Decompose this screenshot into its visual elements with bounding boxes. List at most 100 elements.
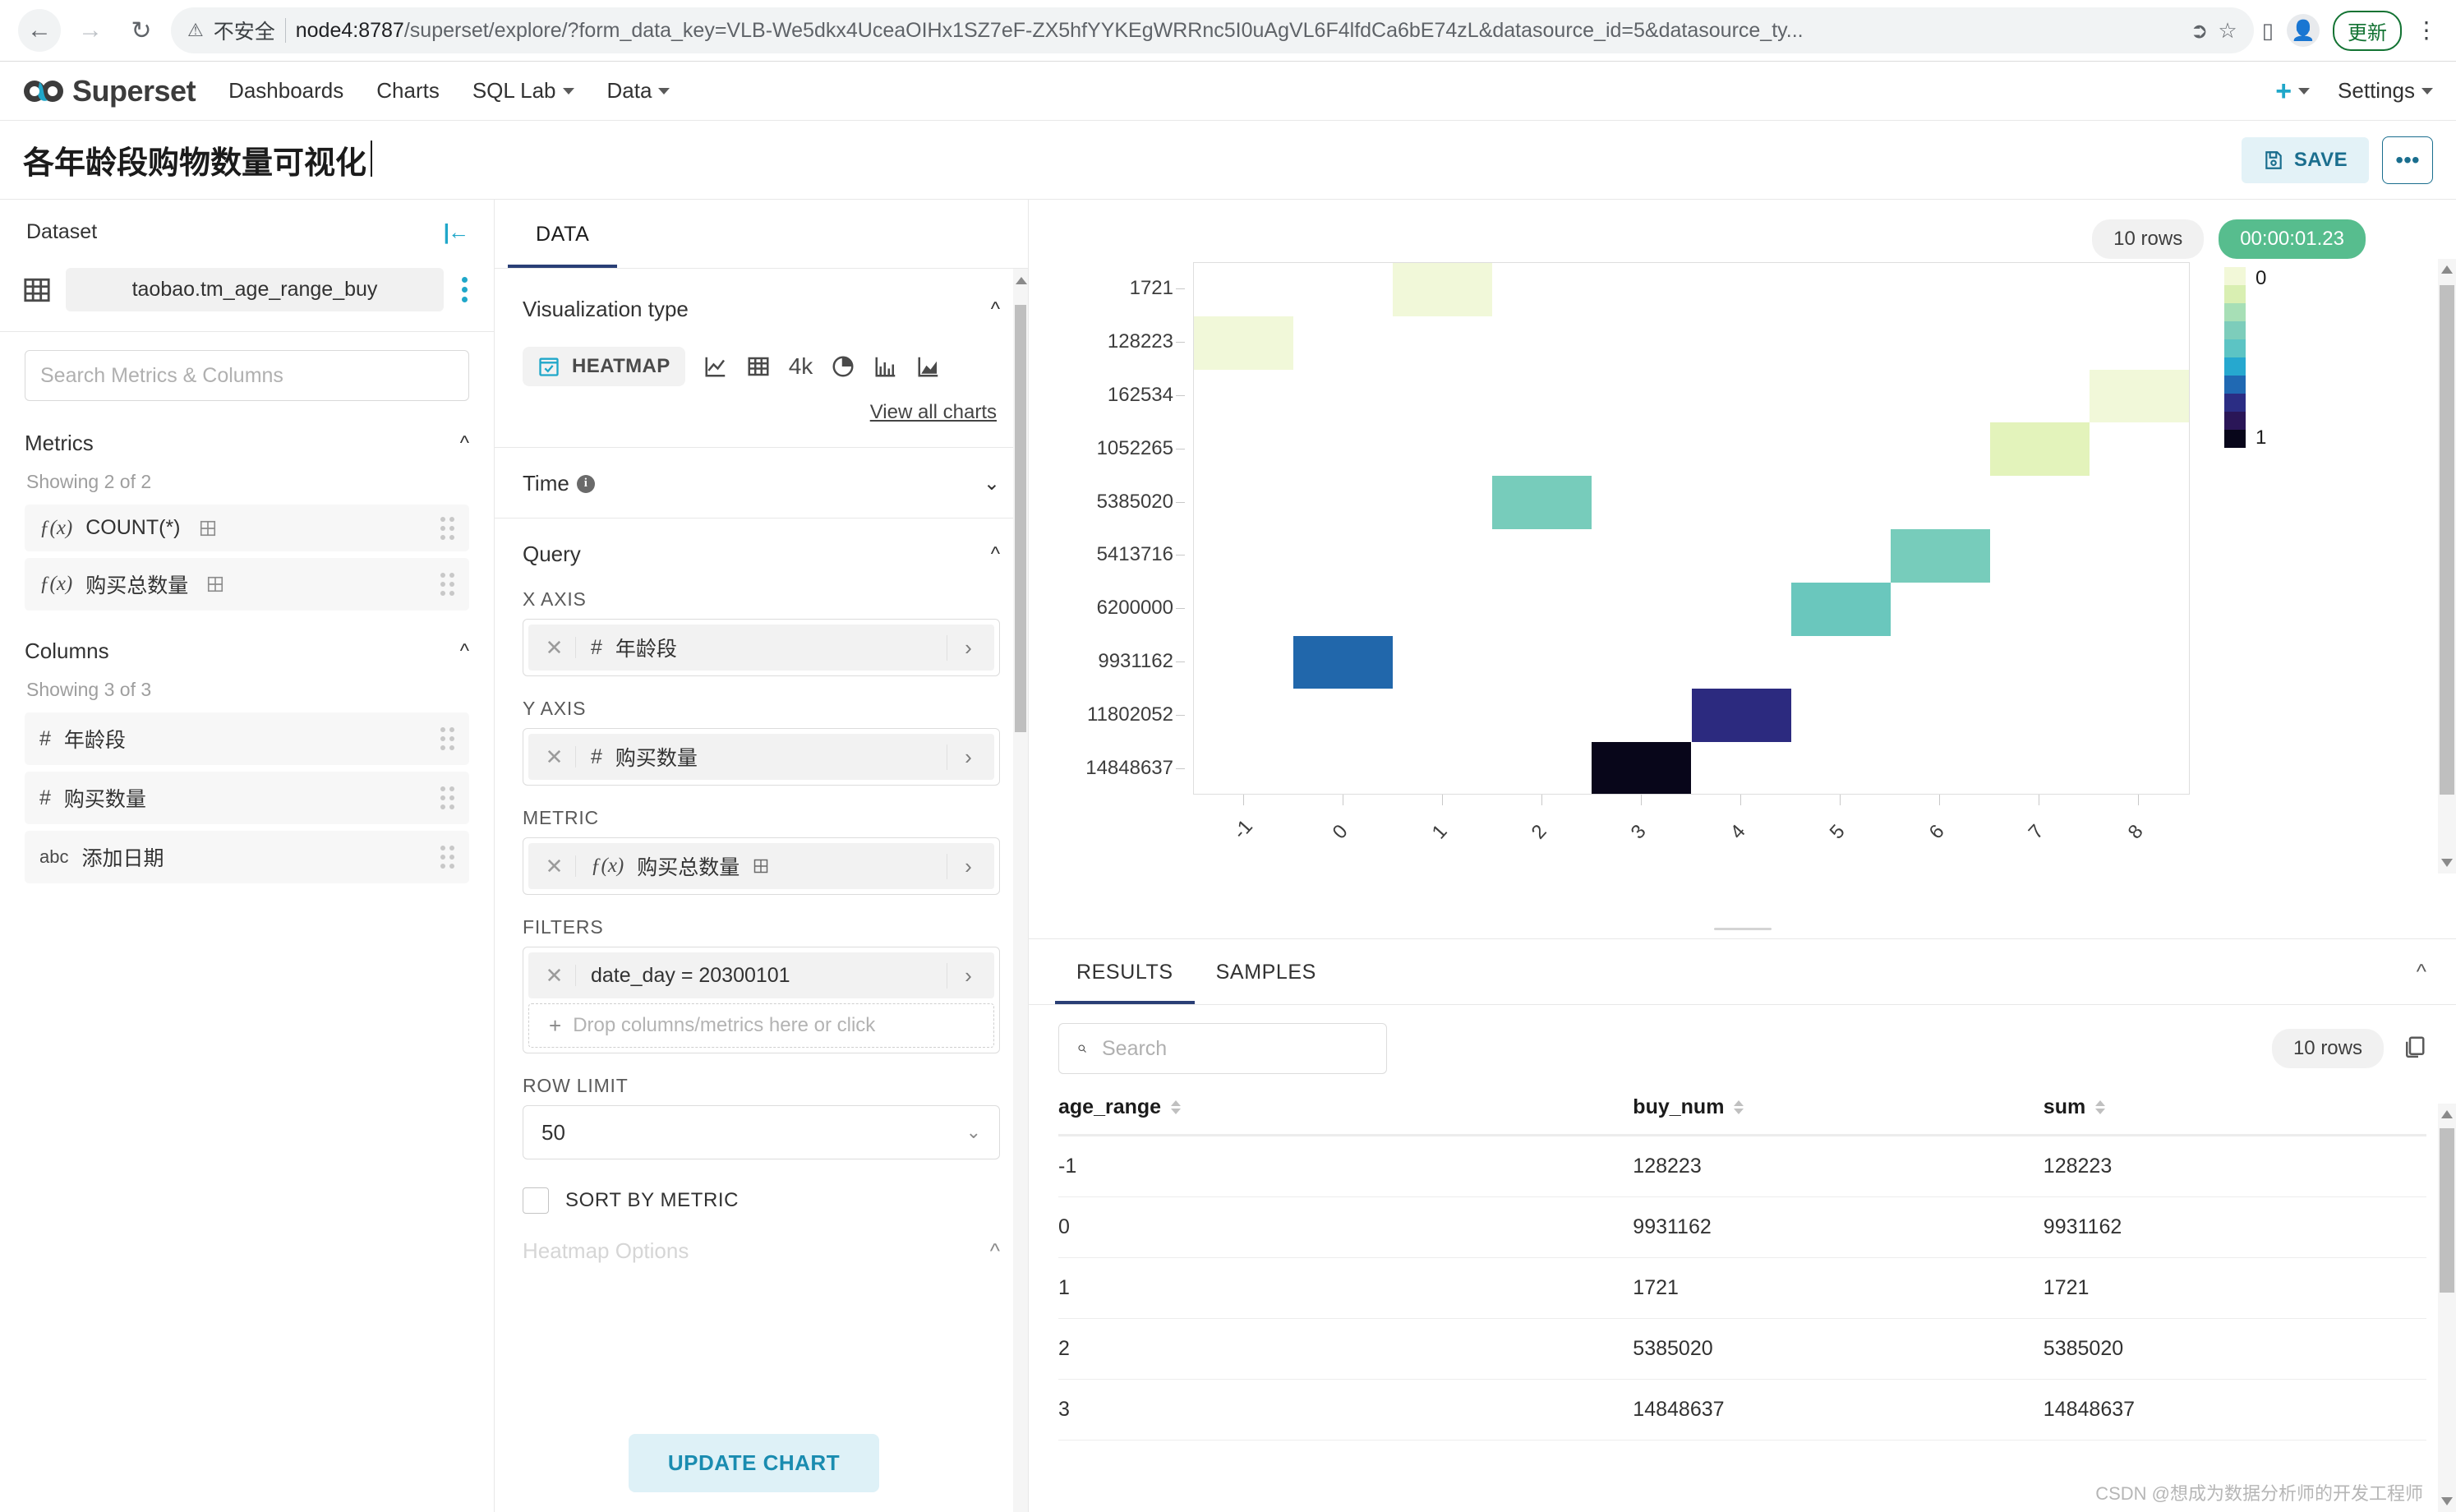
heatmap-cell[interactable] [1393, 263, 1493, 316]
scrollbar-thumb[interactable] [2440, 1128, 2454, 1293]
drag-handle-icon[interactable] [440, 727, 454, 750]
column-item-date[interactable]: abc 添加日期 [25, 831, 469, 883]
results-scrollbar[interactable] [2438, 1104, 2456, 1512]
chevron-right-icon[interactable]: › [947, 744, 989, 770]
browser-update-button[interactable]: 更新 [2333, 10, 2402, 51]
table-row[interactable]: 2 5385020 5385020 [1058, 1318, 2426, 1380]
back-arrow-icon[interactable]: ← [18, 9, 61, 52]
panel-resize-handle[interactable] [1029, 923, 2456, 938]
dataset-menu-icon[interactable] [458, 277, 471, 302]
collapse-panel-icon[interactable]: |← [444, 219, 469, 245]
chrome-menu-icon[interactable]: ⋮ [2415, 19, 2438, 42]
heatmap-cell[interactable] [1592, 742, 1692, 794]
heatmap-cell[interactable] [1194, 316, 1294, 370]
viz-type-heatmap-selected[interactable]: HEATMAP [523, 347, 685, 386]
row-limit-select[interactable]: 50 ⌄ [523, 1105, 1000, 1159]
filter-pill[interactable]: ✕ date_day = 20300101 › [528, 952, 994, 998]
metrics-section-header[interactable]: Metrics ^ [0, 409, 494, 464]
new-item-button[interactable]: + [2275, 77, 2311, 105]
drag-handle-icon[interactable] [440, 786, 454, 809]
collapse-results-icon[interactable]: ^ [2417, 959, 2456, 984]
search-input[interactable] [25, 350, 469, 401]
drag-handle-icon[interactable] [440, 573, 454, 596]
filter-dropzone[interactable]: + Drop columns/metrics here or click [528, 1003, 994, 1048]
metric-item-count[interactable]: ƒ(x) COUNT(*) [25, 505, 469, 551]
column-header-buy-num[interactable]: buy_num [1633, 1090, 2044, 1136]
tab-samples[interactable]: SAMPLES [1195, 939, 1338, 1004]
heatmap-cell[interactable] [1691, 689, 1791, 743]
nav-item-data[interactable]: Data [607, 78, 670, 104]
sort-icon[interactable] [2095, 1100, 2106, 1114]
heatmap-options-header[interactable]: Heatmap Options ^ [495, 1214, 1028, 1264]
heatmap-cell[interactable] [1790, 582, 1891, 636]
y-axis-pill[interactable]: ✕ # 购买数量 › [528, 734, 994, 780]
table-row[interactable]: -1 128223 128223 [1058, 1135, 2426, 1197]
nav-item-settings[interactable]: Settings [2338, 78, 2433, 104]
scroll-down-arrow-icon[interactable] [2441, 859, 2453, 867]
table-row[interactable]: 3 14848637 14848637 [1058, 1379, 2426, 1441]
dataset-name[interactable]: taobao.tm_age_range_buy [66, 268, 444, 311]
superset-logo[interactable]: Superset [23, 74, 196, 108]
sort-by-metric-checkbox[interactable] [523, 1187, 549, 1214]
sort-icon[interactable] [1171, 1100, 1182, 1114]
metric-item-total[interactable]: ƒ(x) 购买总数量 [25, 558, 469, 611]
table-row[interactable]: 0 9931162 9931162 [1058, 1196, 2426, 1258]
x-axis-pill[interactable]: ✕ # 年龄段 › [528, 625, 994, 671]
copy-icon[interactable] [2402, 1035, 2426, 1063]
save-button[interactable]: SAVE [2241, 136, 2369, 183]
nav-item-dashboards[interactable]: Dashboards [228, 78, 343, 104]
scroll-up-arrow-icon[interactable] [2441, 1110, 2453, 1118]
results-search-box[interactable] [1058, 1023, 1387, 1074]
results-search-input[interactable] [1100, 1035, 1368, 1062]
sort-by-metric-row[interactable]: SORT BY METRIC [495, 1159, 1028, 1214]
profile-avatar-icon[interactable]: 👤 [2287, 14, 2320, 47]
chart-scrollbar[interactable] [2438, 259, 2456, 874]
view-all-charts-link[interactable]: View all charts [870, 401, 997, 423]
tab-results[interactable]: RESULTS [1055, 939, 1195, 1004]
viz-type-section-header[interactable]: Visualization type ^ [495, 269, 1028, 322]
scroll-up-arrow-icon[interactable] [2441, 265, 2453, 274]
star-icon[interactable]: ☆ [2218, 18, 2237, 44]
nav-item-charts[interactable]: Charts [376, 78, 440, 104]
nav-item-sql-lab[interactable]: SQL Lab [472, 78, 574, 104]
sort-icon[interactable] [1734, 1100, 1744, 1114]
address-bar[interactable]: ⚠ 不安全 node4:8787/superset/explore/?form_… [171, 7, 2254, 53]
heatmap-cell[interactable] [2089, 369, 2189, 423]
heatmap-plot-area[interactable] [1193, 262, 2190, 795]
remove-y-axis-icon[interactable]: ✕ [533, 746, 576, 768]
extension-icon[interactable]: ▯ [2262, 18, 2274, 44]
chevron-right-icon[interactable]: › [947, 634, 989, 661]
control-panel-scrollbar[interactable] [1013, 269, 1028, 1512]
heatmap-cell[interactable] [1890, 529, 1990, 583]
info-icon[interactable]: i [576, 474, 595, 493]
forward-arrow-icon[interactable]: → [69, 9, 112, 52]
metric-pill[interactable]: ✕ ƒ(x) 购买总数量 › [528, 843, 994, 889]
drag-handle-icon[interactable] [440, 516, 454, 540]
page-title[interactable]: 各年龄段购物数量可视化 [23, 137, 373, 182]
remove-x-axis-icon[interactable]: ✕ [533, 637, 576, 658]
chevron-right-icon[interactable]: › [947, 853, 989, 879]
tab-data[interactable]: DATA [508, 200, 618, 268]
column-header-sum[interactable]: sum [2043, 1090, 2426, 1136]
scroll-up-arrow-icon[interactable] [1016, 277, 1027, 284]
scrollbar-thumb[interactable] [1015, 305, 1026, 732]
chevron-right-icon[interactable]: › [947, 962, 989, 989]
pie-chart-icon[interactable] [831, 354, 855, 379]
heatmap-cell[interactable] [1293, 635, 1394, 689]
share-icon[interactable]: ➲ [2191, 18, 2209, 44]
table-row[interactable]: 1 1721 1721 [1058, 1257, 2426, 1319]
table-icon[interactable] [746, 354, 771, 379]
area-chart-icon[interactable] [916, 354, 941, 379]
time-section-header[interactable]: Time i ⌄ [495, 448, 1028, 518]
heatmap-cell[interactable] [1492, 476, 1592, 529]
remove-metric-icon[interactable]: ✕ [533, 855, 576, 877]
line-chart-icon[interactable] [703, 354, 728, 379]
columns-section-header[interactable]: Columns ^ [0, 617, 494, 672]
scroll-down-arrow-icon[interactable] [2441, 1497, 2453, 1505]
big-number-4k-icon[interactable]: 4k [789, 353, 813, 380]
reload-icon[interactable]: ↻ [120, 9, 163, 52]
bar-chart-icon[interactable] [873, 354, 898, 379]
scrollbar-thumb[interactable] [2440, 285, 2454, 795]
remove-filter-icon[interactable]: ✕ [533, 965, 576, 986]
column-item-buy-num[interactable]: # 购买数量 [25, 772, 469, 824]
